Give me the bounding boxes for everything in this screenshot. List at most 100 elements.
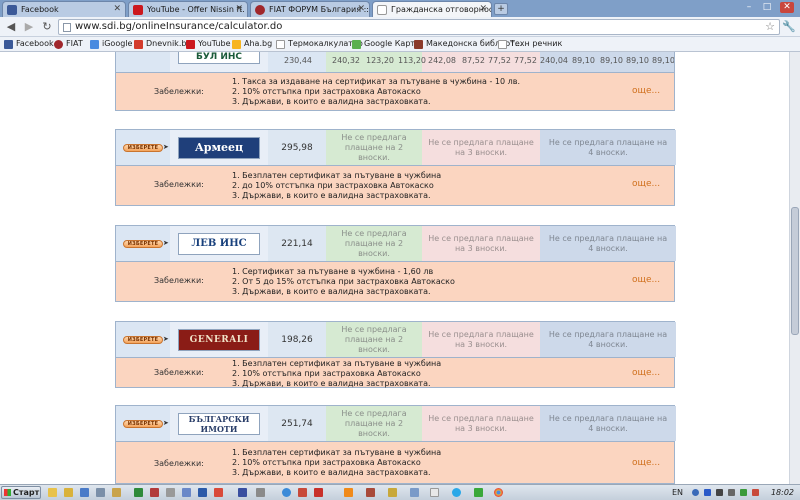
page-icon xyxy=(63,23,71,32)
tab-label: Гражданска отговорност... xyxy=(391,5,492,14)
app-icon[interactable] xyxy=(150,488,159,497)
bookmark-dnevnik[interactable]: Dnevnik.bg xyxy=(134,39,192,49)
minimize-icon[interactable]: – xyxy=(742,2,756,13)
bookmark-thermocalc[interactable]: Термокалкулатор xyxy=(276,39,363,49)
tab-youtube[interactable]: YouTube - Offer Nissin ft. ... ✕ xyxy=(128,1,248,17)
choose-button[interactable]: ИЗБЕРЕТЕ xyxy=(123,419,169,428)
bookmark-tech-dictionary[interactable]: Техн речник xyxy=(498,39,562,49)
installments-4: Не се предлага плащане на 4 вноски. xyxy=(540,406,676,441)
language-indicator[interactable]: EN xyxy=(672,488,683,497)
excel-icon[interactable] xyxy=(134,488,143,497)
window-controls: – □ ✕ xyxy=(740,0,800,17)
mail-icon[interactable] xyxy=(410,488,419,497)
bookmark-label: YouTube xyxy=(198,39,231,48)
installments-2: Не се предлага плащане на 2 вноски. xyxy=(326,322,422,357)
value-cell: 89,10 xyxy=(572,56,595,65)
choose-button[interactable]: ИЗБЕРЕТЕ xyxy=(123,143,169,152)
close-icon[interactable]: ✕ xyxy=(479,4,487,14)
media-icon[interactable] xyxy=(80,488,89,497)
app-icon[interactable] xyxy=(298,488,307,497)
more-link[interactable]: още... xyxy=(632,368,660,378)
start-button[interactable]: Старт xyxy=(1,486,41,499)
new-tab-button[interactable]: + xyxy=(494,3,508,15)
bookmarks-bar: Facebook FIAT iGoogle Dnevnik.bg YouTube… xyxy=(0,37,800,52)
app-icon[interactable] xyxy=(214,488,223,497)
more-link[interactable]: още... xyxy=(632,275,660,285)
value-cell: 77,52 xyxy=(514,56,537,65)
choose-button[interactable]: ИЗБЕРЕТЕ xyxy=(123,335,169,344)
bookmark-star-icon[interactable]: ☆ xyxy=(765,20,775,34)
close-icon[interactable]: ✕ xyxy=(357,4,365,14)
fiat-icon xyxy=(54,40,63,49)
bookmark-facebook[interactable]: Facebook xyxy=(4,39,54,49)
wrench-icon[interactable]: 🔧 xyxy=(782,20,796,33)
notes-label: Забележки: xyxy=(154,87,204,96)
reload-icon[interactable]: ↻ xyxy=(40,20,54,34)
help-icon[interactable] xyxy=(692,489,699,496)
close-window-icon[interactable]: ✕ xyxy=(780,2,794,13)
more-link[interactable]: още... xyxy=(632,458,660,468)
note-item: 2. до 10% отстъпка при застраховка Авток… xyxy=(232,181,434,190)
note-item: 3. Държави, в които е валидна застраховк… xyxy=(232,379,431,388)
address-bar[interactable]: www.sdi.bg/onlineInsurance/calculator.do… xyxy=(58,19,780,35)
skype-icon[interactable] xyxy=(452,488,461,497)
word-icon[interactable] xyxy=(198,488,207,497)
ie-icon[interactable] xyxy=(282,488,291,497)
network-icon[interactable] xyxy=(716,489,723,496)
app-icon[interactable] xyxy=(112,488,121,497)
price: 295,98 xyxy=(268,130,326,165)
maximize-icon[interactable]: □ xyxy=(760,2,774,13)
tab-facebook[interactable]: Facebook ✕ xyxy=(2,1,126,17)
pdf-icon[interactable] xyxy=(314,488,323,497)
value-cell: 240,32 xyxy=(332,56,360,65)
insurer-row: ИЗБЕРЕТЕ ЛЕВ ИНС 221,14 Не се предлага п… xyxy=(115,225,676,262)
chrome-icon[interactable] xyxy=(494,488,503,497)
price: 198,26 xyxy=(268,322,326,357)
bookmark-aha[interactable]: Aha.bg xyxy=(232,39,272,49)
windows-logo-icon xyxy=(4,489,11,496)
partial-insurer-row: БУЛ ИНС 230,44 240,32 123,20 113,20 242,… xyxy=(115,52,675,73)
battery-icon[interactable] xyxy=(740,489,747,496)
choose-button[interactable]: ИЗБЕРЕТЕ xyxy=(123,239,169,248)
vertical-scrollbar[interactable] xyxy=(789,52,800,484)
book-icon xyxy=(414,40,423,49)
scrollbar-thumb[interactable] xyxy=(791,207,799,335)
app-icon[interactable] xyxy=(366,488,375,497)
aha-icon xyxy=(232,40,241,49)
tab-calculator[interactable]: Гражданска отговорност... ✕ xyxy=(372,1,492,17)
tab-fiat-forum[interactable]: FIAT ФОРУМ България :: ... ✕ xyxy=(250,1,370,17)
app-icon[interactable] xyxy=(96,488,105,497)
vlc-icon[interactable] xyxy=(344,488,353,497)
close-icon[interactable]: ✕ xyxy=(235,4,243,14)
app-tray-icon[interactable] xyxy=(752,489,759,496)
value-cell: 89,10 xyxy=(626,56,649,65)
folder-icon[interactable] xyxy=(64,488,73,497)
price: 221,14 xyxy=(268,226,326,261)
installments-2: Не се предлага плащане на 2 вноски. xyxy=(326,226,422,261)
volume-icon[interactable] xyxy=(728,489,735,496)
bookmark-google-maps[interactable]: Google Карти xyxy=(352,39,420,49)
app-icon[interactable] xyxy=(474,488,483,497)
close-icon[interactable]: ✕ xyxy=(113,4,121,14)
app-icon[interactable] xyxy=(388,488,397,497)
bookmark-fiat[interactable]: FIAT xyxy=(54,39,83,49)
forward-icon[interactable]: ▶ xyxy=(22,20,36,34)
app-icon[interactable] xyxy=(256,488,265,497)
insurer-block-generali: ИЗБЕРЕТЕ GENERALI 198,26 Не се предлага … xyxy=(115,321,676,388)
price: 251,74 xyxy=(268,406,326,441)
more-link[interactable]: още... xyxy=(632,179,660,189)
flag-icon[interactable] xyxy=(238,488,247,497)
more-link[interactable]: още... xyxy=(632,86,660,96)
back-icon[interactable]: ◀ xyxy=(4,20,18,34)
insurer-logo: Армеец xyxy=(178,136,260,159)
folder-icon[interactable] xyxy=(48,488,57,497)
insurer-row: ИЗБЕРЕТЕ Армеец 295,98 Не се предлага пл… xyxy=(115,129,676,166)
app-icon[interactable] xyxy=(182,488,191,497)
notes-row: Забележки: 1. Безплатен сертификат за пъ… xyxy=(115,358,675,388)
bookmark-igoogle[interactable]: iGoogle xyxy=(90,39,132,49)
bookmark-youtube[interactable]: YouTube xyxy=(186,39,231,49)
app-icon[interactable] xyxy=(166,488,175,497)
system-tray: EN 18:02 xyxy=(668,485,800,500)
bluetooth-icon[interactable] xyxy=(704,489,711,496)
app-icon[interactable] xyxy=(430,488,439,497)
